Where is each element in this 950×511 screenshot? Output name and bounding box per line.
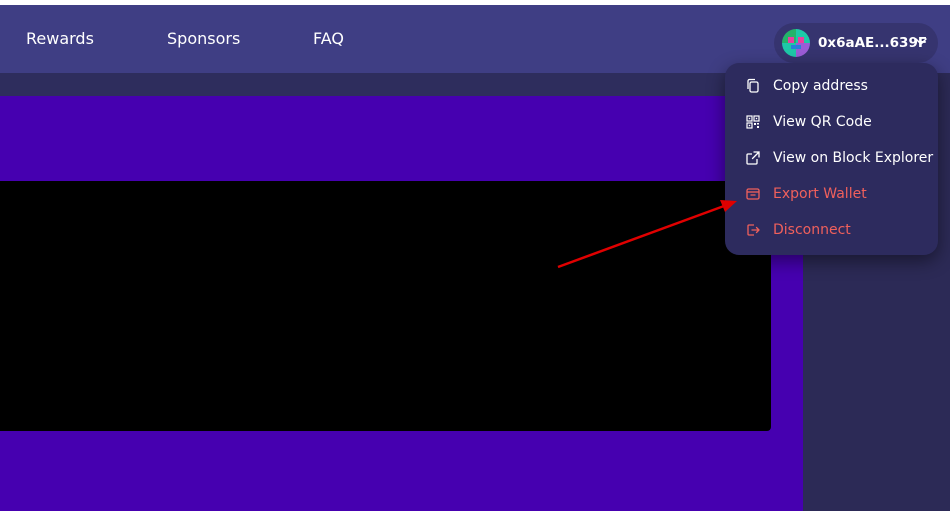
menu-item-view-on-block-explorer[interactable]: View on Block Explorer xyxy=(725,140,938,176)
menu-item-export-wallet[interactable]: Export Wallet xyxy=(725,176,938,212)
wallet-address: 0x6aAE...639F xyxy=(818,35,928,51)
wallet-button[interactable]: 0x6aAE...639F xyxy=(774,23,938,63)
media-frame xyxy=(0,181,771,431)
nav-link-rewards[interactable]: Rewards xyxy=(26,28,94,50)
menu-item-label: Export Wallet xyxy=(773,186,867,202)
nav-link-sponsors[interactable]: Sponsors xyxy=(167,28,240,50)
qr-code-icon xyxy=(746,115,760,129)
menu-item-label: View on Block Explorer xyxy=(773,150,934,166)
disconnect-icon xyxy=(747,224,760,236)
menu-item-label: Disconnect xyxy=(773,222,851,238)
menu-item-disconnect[interactable]: Disconnect xyxy=(725,212,938,248)
menu-item-copy-address[interactable]: Copy address xyxy=(725,68,938,104)
copy-icon xyxy=(747,78,759,93)
menu-item-label: View QR Code xyxy=(773,114,872,130)
wallet-dropdown-menu: Copy address View QR Code View on Block … xyxy=(725,63,938,255)
chevron-down-icon xyxy=(915,38,927,45)
menu-item-label: Copy address xyxy=(773,78,868,94)
wallet-icon xyxy=(746,188,760,200)
external-link-icon xyxy=(746,151,760,165)
menu-item-view-qr-code[interactable]: View QR Code xyxy=(725,104,938,140)
nav-link-faq[interactable]: FAQ xyxy=(313,28,344,50)
pixel-avatar-icon xyxy=(782,29,810,57)
